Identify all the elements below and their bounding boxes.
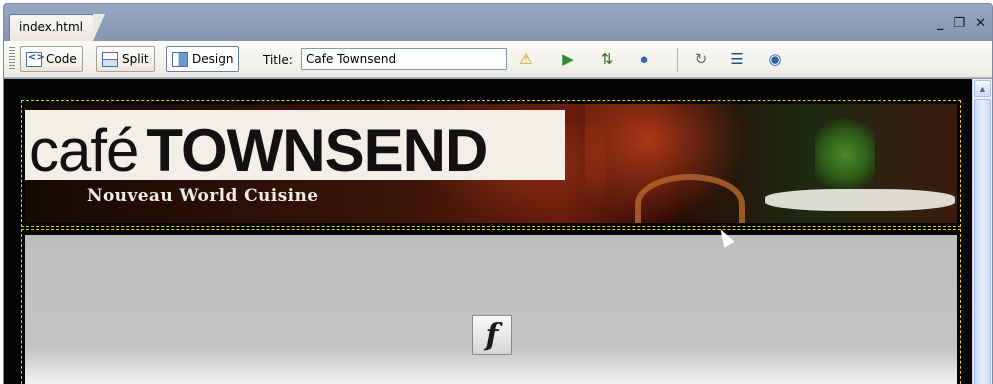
toolbar-grip[interactable]	[9, 47, 15, 71]
document-tab-bar: index.html _ ❐ ✕	[4, 4, 992, 41]
flash-placeholder[interactable]: f	[25, 235, 957, 384]
page-title-label: Title:	[263, 53, 293, 67]
design-view-canvas[interactable]: café TOWNSEND Nouveau World Cuisine f	[4, 79, 974, 384]
document-tab[interactable]: index.html	[9, 14, 105, 41]
logo-townsend-text: TOWNSEND	[146, 117, 488, 184]
toolbar-separator	[677, 48, 678, 72]
design-view-label: Design	[192, 52, 234, 66]
logo: café TOWNSEND	[25, 110, 565, 184]
file-management-icon[interactable]: ▶	[557, 50, 579, 70]
document-toolbar: Code Split Design Title: ⚠ ▶ ⇅ ● ↻ ☰ ◉	[4, 41, 992, 78]
visual-aids-icon[interactable]: ◉	[764, 50, 786, 70]
banner-table	[765, 189, 955, 211]
scrollbar-thumb[interactable]	[974, 99, 991, 384]
view-options-icon[interactable]: ☰	[726, 50, 748, 70]
browser-compatibility-icon[interactable]: ⚠	[515, 50, 537, 70]
split-view-label: Split	[122, 52, 149, 66]
file-transfer-icon[interactable]: ⇅	[596, 50, 618, 70]
design-view-button[interactable]: Design	[166, 46, 240, 72]
design-view-icon	[172, 51, 188, 67]
scroll-up-icon[interactable]: ▲	[974, 80, 991, 97]
vertical-scrollbar[interactable]: ▲	[972, 79, 992, 384]
split-view-icon	[102, 51, 118, 67]
logo-wordmark: café TOWNSEND	[29, 116, 488, 185]
code-view-label: Code	[46, 52, 77, 66]
banner-image[interactable]: café TOWNSEND Nouveau World Cuisine	[25, 104, 957, 223]
split-view-button[interactable]: Split	[96, 46, 155, 72]
logo-cafe-text: café	[29, 117, 139, 184]
flash-icon: f	[472, 315, 512, 355]
preview-in-browser-icon[interactable]: ●	[633, 50, 655, 70]
code-view-button[interactable]: Code	[20, 46, 83, 72]
banner-plant	[815, 110, 875, 200]
close-button[interactable]: ✕	[975, 17, 986, 30]
window-controls: _ ❐ ✕	[937, 17, 986, 30]
minimize-button[interactable]: _	[937, 17, 944, 30]
document-window: index.html _ ❐ ✕ Code Split Design Title…	[3, 3, 993, 384]
code-view-icon	[26, 51, 45, 67]
tagline: Nouveau World Cuisine	[87, 186, 319, 206]
restore-button[interactable]: ❐	[953, 17, 965, 30]
page-title-input[interactable]	[301, 48, 507, 70]
refresh-icon[interactable]: ↻	[690, 50, 712, 70]
